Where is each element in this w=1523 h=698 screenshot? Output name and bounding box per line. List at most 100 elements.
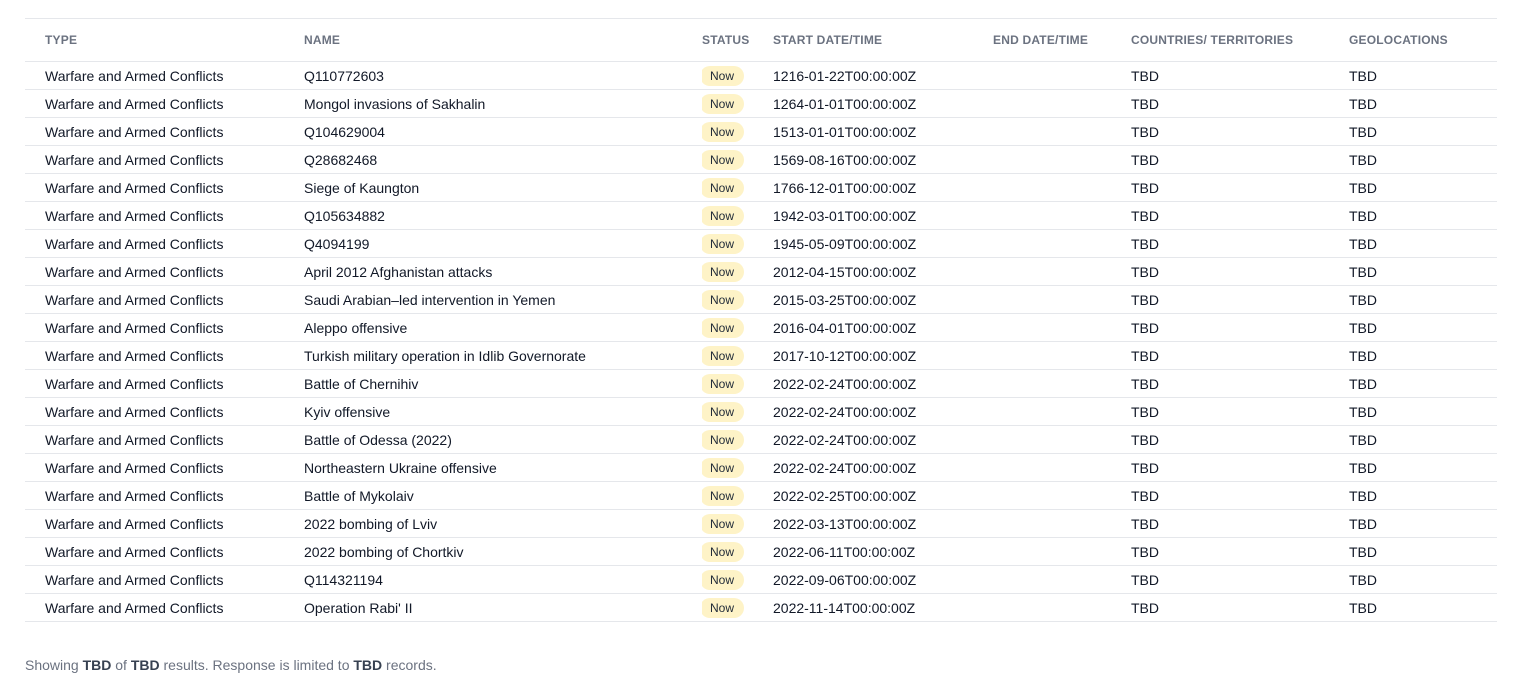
cell-geolocations: TBD <box>1349 285 1497 314</box>
cell-status: Now <box>702 425 773 454</box>
table-row[interactable]: Warfare and Armed Conflicts Northeastern … <box>25 453 1497 482</box>
cell-name[interactable]: April 2012 Afghanistan attacks <box>304 257 702 286</box>
cell-countries-territories: TBD <box>1131 145 1349 174</box>
cell-countries-territories: TBD <box>1131 117 1349 146</box>
cell-end-datetime <box>993 537 1131 566</box>
cell-countries-territories: TBD <box>1131 257 1349 286</box>
cell-end-datetime <box>993 509 1131 538</box>
results-table-container: TYPE NAME STATUS START DATE/TIME END DAT… <box>25 18 1497 622</box>
cell-countries-territories: TBD <box>1131 89 1349 118</box>
page: TYPE NAME STATUS START DATE/TIME END DAT… <box>0 0 1523 698</box>
cell-geolocations: TBD <box>1349 145 1497 174</box>
table-row[interactable]: Warfare and Armed Conflicts Turkish milit… <box>25 341 1497 370</box>
cell-start-datetime: 2022-03-13T00:00:00Z <box>773 509 993 538</box>
cell-type: Warfare and Armed Conflicts <box>25 453 304 482</box>
header-type[interactable]: TYPE <box>25 19 304 62</box>
table-row[interactable]: Warfare and Armed Conflicts 2022 bombing … <box>25 537 1497 566</box>
cell-start-datetime: 1942-03-01T00:00:00Z <box>773 201 993 230</box>
table-row[interactable]: Warfare and Armed Conflicts Saudi Arabian… <box>25 285 1497 314</box>
cell-status: Now <box>702 369 773 398</box>
cell-type: Warfare and Armed Conflicts <box>25 509 304 538</box>
table-row[interactable]: Warfare and Armed Conflicts Battle of Ode… <box>25 425 1497 454</box>
cell-name[interactable]: Battle of Chernihiv <box>304 369 702 398</box>
header-end-datetime[interactable]: END DATE/TIME <box>993 19 1131 62</box>
cell-name[interactable]: Battle of Odessa (2022) <box>304 425 702 454</box>
status-badge: Now <box>702 177 745 198</box>
table-row[interactable]: Warfare and Armed Conflicts Q114321194 Now… <box>25 565 1497 594</box>
cell-name[interactable]: Operation Rabi' II <box>304 593 702 622</box>
cell-countries-territories: TBD <box>1131 537 1349 566</box>
cell-name[interactable]: Saudi Arabian–led intervention in Yemen <box>304 285 702 314</box>
cell-name[interactable]: Q28682468 <box>304 145 702 174</box>
status-badge: Now <box>702 401 745 422</box>
table-row[interactable]: Warfare and Armed Conflicts Battle of Myk… <box>25 481 1497 510</box>
cell-name[interactable]: Northeastern Ukraine offensive <box>304 453 702 482</box>
header-countries-territories[interactable]: COUNTRIES/ TERRITORIES <box>1131 19 1349 62</box>
table-row[interactable]: Warfare and Armed Conflicts 2022 bombing … <box>25 509 1497 538</box>
cell-geolocations: TBD <box>1349 89 1497 118</box>
cell-name[interactable]: Q110772603 <box>304 61 702 90</box>
cell-status: Now <box>702 453 773 482</box>
table-row[interactable]: Warfare and Armed Conflicts Q4094199 Now 19… <box>25 229 1497 258</box>
table-row[interactable]: Warfare and Armed Conflicts Q105634882 Now… <box>25 201 1497 230</box>
table-row[interactable]: Warfare and Armed Conflicts Q28682468 Now 1… <box>25 145 1497 174</box>
status-badge: Now <box>702 597 745 618</box>
table-row[interactable]: Warfare and Armed Conflicts Aleppo offens… <box>25 313 1497 342</box>
cell-type: Warfare and Armed Conflicts <box>25 565 304 594</box>
table-row[interactable]: Warfare and Armed Conflicts Q104629004 Now… <box>25 117 1497 146</box>
cell-status: Now <box>702 285 773 314</box>
cell-start-datetime: 1569-08-16T00:00:00Z <box>773 145 993 174</box>
cell-start-datetime: 2015-03-25T00:00:00Z <box>773 285 993 314</box>
table-row[interactable]: Warfare and Armed Conflicts Q110772603 Now… <box>25 61 1497 90</box>
cell-type: Warfare and Armed Conflicts <box>25 89 304 118</box>
table-row[interactable]: Warfare and Armed Conflicts Battle of Che… <box>25 369 1497 398</box>
cell-countries-territories: TBD <box>1131 565 1349 594</box>
status-badge: Now <box>702 149 745 170</box>
table-row[interactable]: Warfare and Armed Conflicts Kyiv offensiv… <box>25 397 1497 426</box>
cell-geolocations: TBD <box>1349 341 1497 370</box>
cell-name[interactable]: 2022 bombing of Chortkiv <box>304 537 702 566</box>
cell-name[interactable]: Mongol invasions of Sakhalin <box>304 89 702 118</box>
table-row[interactable]: Warfare and Armed Conflicts April 2012 Af… <box>25 257 1497 286</box>
cell-status: Now <box>702 537 773 566</box>
status-badge: Now <box>702 541 745 562</box>
table-row[interactable]: Warfare and Armed Conflicts Operation Rab… <box>25 593 1497 622</box>
summary-total-count: TBD <box>130 657 160 673</box>
cell-name[interactable]: Q104629004 <box>304 117 702 146</box>
cell-start-datetime: 2022-02-24T00:00:00Z <box>773 397 993 426</box>
table-row[interactable]: Warfare and Armed Conflicts Mongol invasi… <box>25 89 1497 118</box>
cell-status: Now <box>702 173 773 202</box>
cell-name[interactable]: Battle of Mykolaiv <box>304 481 702 510</box>
header-status[interactable]: STATUS <box>702 19 773 62</box>
cell-end-datetime <box>993 117 1131 146</box>
cell-status: Now <box>702 61 773 90</box>
cell-status: Now <box>702 201 773 230</box>
cell-end-datetime <box>993 173 1131 202</box>
cell-end-datetime <box>993 313 1131 342</box>
cell-geolocations: TBD <box>1349 565 1497 594</box>
results-summary: Showing TBD of TBD results. Response is … <box>25 657 437 673</box>
cell-status: Now <box>702 509 773 538</box>
cell-start-datetime: 1216-01-22T00:00:00Z <box>773 61 993 90</box>
cell-name[interactable]: 2022 bombing of Lviv <box>304 509 702 538</box>
header-name[interactable]: NAME <box>304 19 702 62</box>
cell-name[interactable]: Siege of Kaungton <box>304 173 702 202</box>
header-start-datetime[interactable]: START DATE/TIME <box>773 19 993 62</box>
cell-end-datetime <box>993 453 1131 482</box>
cell-name[interactable]: Q114321194 <box>304 565 702 594</box>
cell-name[interactable]: Kyiv offensive <box>304 397 702 426</box>
cell-end-datetime <box>993 593 1131 622</box>
cell-countries-territories: TBD <box>1131 173 1349 202</box>
cell-geolocations: TBD <box>1349 593 1497 622</box>
cell-start-datetime: 2022-11-14T00:00:00Z <box>773 593 993 622</box>
cell-type: Warfare and Armed Conflicts <box>25 257 304 286</box>
cell-type: Warfare and Armed Conflicts <box>25 313 304 342</box>
header-geolocations[interactable]: GEOLOCATIONS <box>1349 19 1497 62</box>
cell-name[interactable]: Turkish military operation in Idlib Gove… <box>304 341 702 370</box>
table-row[interactable]: Warfare and Armed Conflicts Siege of Kaun… <box>25 173 1497 202</box>
cell-geolocations: TBD <box>1349 313 1497 342</box>
cell-name[interactable]: Q4094199 <box>304 229 702 258</box>
cell-start-datetime: 2022-02-24T00:00:00Z <box>773 369 993 398</box>
cell-name[interactable]: Aleppo offensive <box>304 313 702 342</box>
cell-name[interactable]: Q105634882 <box>304 201 702 230</box>
